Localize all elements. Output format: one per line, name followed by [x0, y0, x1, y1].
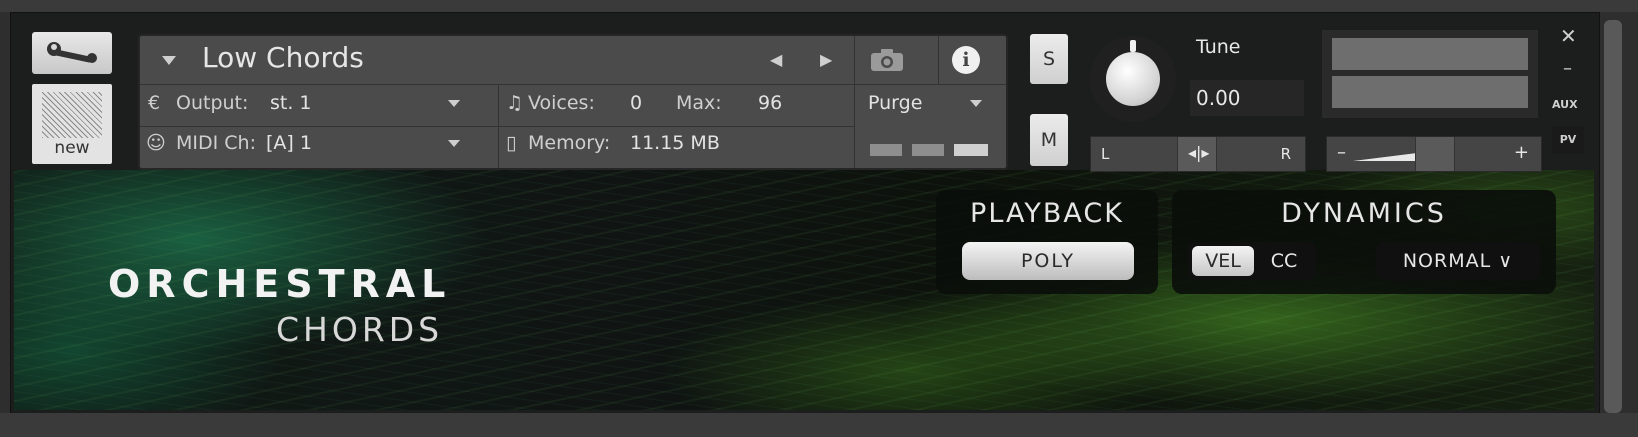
window-bottom-bar [0, 413, 1638, 437]
max-label: Max: [676, 92, 722, 114]
pan-center-icon: ◂|▸ [1188, 143, 1210, 162]
pan-slider[interactable]: L ◂|▸ R [1090, 136, 1306, 172]
volume-slider[interactable]: – + [1326, 136, 1542, 172]
output-value[interactable]: st. 1 [270, 92, 312, 114]
purge-dropdown-icon[interactable] [970, 100, 982, 107]
pan-right-label: R [1280, 145, 1291, 163]
vel-button[interactable]: VEL [1192, 246, 1254, 276]
output-label: Output: [176, 92, 249, 114]
midi-icon: ☺ [146, 132, 166, 154]
edit-instrument-button[interactable] [32, 32, 112, 74]
tune-knob-indicator [1130, 40, 1136, 52]
purge-menu[interactable]: Purge [868, 92, 922, 114]
output-icon: € [148, 92, 161, 114]
info-icon[interactable]: i [952, 46, 980, 74]
output-dropdown-icon[interactable] [448, 100, 460, 107]
header-title-row: Low Chords ◀ ▶ i [140, 36, 1006, 85]
pv-button[interactable]: PV [1552, 126, 1584, 154]
level-meter-right [1332, 76, 1528, 108]
tune-value: 0.00 [1196, 86, 1241, 110]
scrollbar[interactable] [1604, 20, 1622, 413]
voices-label: Voices: [528, 92, 595, 114]
midi-dropdown-icon[interactable] [448, 140, 460, 147]
close-icon[interactable]: ✕ [1560, 24, 1577, 48]
cc-button[interactable]: CC [1258, 246, 1310, 276]
wrench-icon [47, 42, 97, 63]
tune-knob[interactable] [1106, 52, 1160, 106]
dynamics-panel: DYNAMICS VEL CC NORMAL ∨ [1172, 190, 1556, 294]
aux-button[interactable]: AUX [1552, 98, 1578, 111]
memory-value: 11.15 MB [630, 132, 720, 154]
playback-mode-button[interactable]: POLY [962, 242, 1134, 280]
instrument-name[interactable]: Low Chords [202, 41, 364, 74]
solo-button[interactable]: S [1030, 34, 1068, 84]
instrument-menu-icon[interactable] [162, 56, 176, 65]
previous-instrument-icon[interactable]: ◀ [770, 50, 782, 69]
new-label: new [54, 138, 90, 158]
midi-value[interactable]: [A] 1 [266, 132, 312, 154]
midi-label: MIDI Ch: [176, 132, 256, 154]
hatch-pattern [42, 92, 102, 138]
level-meters [1322, 30, 1538, 118]
divider [938, 36, 939, 84]
memory-label: Memory: [528, 132, 611, 154]
mute-button[interactable]: M [1030, 114, 1068, 166]
next-instrument-icon[interactable]: ▶ [820, 50, 832, 69]
minimize-icon[interactable]: – [1563, 58, 1572, 79]
volume-plus-label: + [1513, 142, 1529, 163]
window-top-bar [0, 0, 1638, 12]
cpu-meter [954, 144, 988, 156]
voices-value: 0 [630, 92, 643, 114]
level-meter-left [1332, 38, 1528, 70]
volume-minus-label: – [1337, 142, 1346, 163]
divider [140, 126, 854, 127]
instrument-title-line2: CHORDS [276, 310, 444, 349]
divider [854, 36, 855, 168]
instrument-header-panel: Low Chords ◀ ▶ i € Output: st. 1 ☺ MIDI … [138, 34, 1008, 170]
max-voices-value[interactable]: 96 [758, 92, 782, 114]
cpu-meter [870, 144, 902, 156]
dynamics-curve-dropdown[interactable]: NORMAL ∨ [1376, 242, 1540, 280]
pan-left-label: L [1101, 145, 1110, 163]
cpu-meter [912, 144, 944, 156]
memory-icon: ▯ [506, 132, 517, 154]
volume-handle[interactable] [1415, 137, 1455, 171]
tune-label: Tune [1196, 36, 1241, 58]
playback-title: PLAYBACK [970, 198, 1124, 229]
snapshot-new-button[interactable]: new [32, 84, 112, 164]
dynamics-source-toggle: VEL CC [1188, 242, 1316, 280]
pan-handle[interactable]: ◂|▸ [1177, 137, 1217, 171]
voices-icon: ♫ [506, 92, 524, 114]
instrument-title-line1: ORCHESTRAL [108, 262, 452, 306]
dynamics-title: DYNAMICS [1281, 198, 1447, 229]
camera-icon[interactable] [870, 48, 904, 72]
playback-panel: PLAYBACK POLY [936, 190, 1158, 294]
